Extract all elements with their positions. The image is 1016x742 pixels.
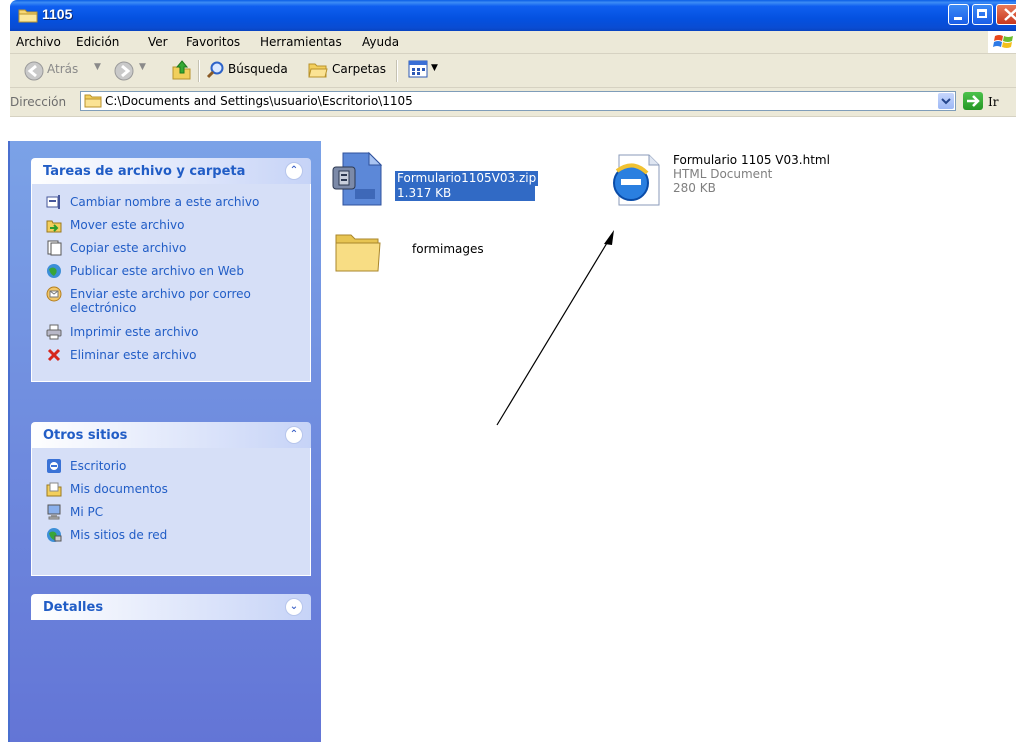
place-my-documents[interactable]: Mis documentos xyxy=(32,481,310,504)
minimize-button[interactable] xyxy=(948,4,969,25)
other-places-header[interactable]: Otros sitios ⌃ xyxy=(31,422,311,448)
network-places-icon xyxy=(47,528,62,542)
chevron-down-icon: ▼ xyxy=(431,63,438,73)
close-button[interactable] xyxy=(996,4,1016,25)
up-folder-icon[interactable] xyxy=(170,59,192,81)
task-copy[interactable]: Copiar este archivo xyxy=(32,240,310,263)
file-tasks-title: Tareas de archivo y carpeta xyxy=(43,164,246,179)
rename-icon xyxy=(46,195,60,209)
menu-favoritos[interactable]: Favoritos xyxy=(186,35,240,49)
file-list[interactable]: Formulario1105V03.zip 1.317 KB Formulari… xyxy=(321,141,1016,742)
my-documents-icon xyxy=(46,482,62,497)
task-publish-web[interactable]: Publicar este archivo en Web xyxy=(32,263,310,286)
details-panel: Detalles ⌄ xyxy=(31,594,311,620)
file-tasks-header[interactable]: Tareas de archivo y carpeta ⌃ xyxy=(31,158,311,184)
forward-button[interactable]: ▼ xyxy=(114,58,158,82)
file-name: Formulario 1105 V03.html xyxy=(673,153,830,167)
address-path: C:\Documents and Settings\usuario\Escrit… xyxy=(105,94,413,108)
window-title: 1105 xyxy=(42,6,73,22)
delete-icon xyxy=(47,348,61,362)
place-network[interactable]: Mis sitios de red xyxy=(32,527,310,550)
task-email[interactable]: Enviar este archivo por correo electróni… xyxy=(32,286,310,324)
publish-web-icon xyxy=(47,264,61,278)
task-print[interactable]: Imprimir este archivo xyxy=(32,324,310,347)
printer-icon xyxy=(46,324,62,340)
back-arrow-icon xyxy=(24,61,44,81)
menu-ver[interactable]: Ver xyxy=(148,35,168,49)
file-item-html[interactable]: Formulario 1105 V03.html HTML Document 2… xyxy=(603,149,863,209)
folders-label: Carpetas xyxy=(332,62,386,76)
folders-icon xyxy=(308,63,328,78)
views-icon xyxy=(408,60,428,78)
folder-icon xyxy=(18,9,38,23)
toolbar: Atrás ▼ ▼ Búsqueda Carpetas ▼ xyxy=(10,54,1016,88)
back-label: Atrás xyxy=(47,62,79,76)
file-size: 280 KB xyxy=(673,181,716,195)
search-label: Búsqueda xyxy=(228,62,288,76)
chevron-down-icon: ▼ xyxy=(139,62,146,72)
close-icon xyxy=(1004,8,1016,21)
menu-herramientas[interactable]: Herramientas xyxy=(260,35,342,49)
chevron-down-icon xyxy=(941,98,951,105)
collapse-icon[interactable]: ⌃ xyxy=(285,162,303,180)
file-name: formimages xyxy=(412,242,484,256)
maximize-button[interactable] xyxy=(972,4,993,25)
folder-icon xyxy=(84,94,102,108)
collapse-icon[interactable]: ⌃ xyxy=(285,426,303,444)
place-my-computer[interactable]: Mi PC xyxy=(32,504,310,527)
forward-arrow-icon xyxy=(114,61,134,81)
window-left-border xyxy=(0,141,10,742)
details-title: Detalles xyxy=(43,600,104,615)
desktop-icon xyxy=(47,459,61,473)
zip-archive-icon xyxy=(332,151,383,206)
folder-icon xyxy=(335,234,381,272)
views-button[interactable]: ▼ xyxy=(408,59,444,81)
file-label-zip: Formulario1105V03.zip 1.317 KB xyxy=(395,171,539,201)
other-places-panel: Otros sitios ⌃ Escritorio Mis documentos… xyxy=(31,422,311,576)
go-label[interactable]: Ir xyxy=(988,95,998,109)
task-rename[interactable]: Cambiar nombre a este archivo xyxy=(32,194,310,217)
back-button[interactable]: Atrás ▼ xyxy=(22,58,122,82)
folders-button[interactable]: Carpetas xyxy=(308,58,390,82)
menu-archivo[interactable]: Archivo xyxy=(16,35,61,49)
go-arrow-icon xyxy=(967,95,980,107)
address-input[interactable]: C:\Documents and Settings\usuario\Escrit… xyxy=(80,91,956,111)
move-icon xyxy=(46,220,62,233)
file-item-zip[interactable]: Formulario1105V03.zip 1.317 KB xyxy=(329,149,569,209)
chevron-down-icon: ▼ xyxy=(94,62,101,72)
file-item-folder[interactable]: formimages xyxy=(333,229,533,279)
file-name: Formulario1105V03.zip xyxy=(395,171,539,186)
address-label: Dirección xyxy=(10,95,67,109)
title-bar[interactable]: 1105 xyxy=(10,0,1016,31)
search-icon xyxy=(206,61,224,79)
menu-bar: Archivo Edición Ver Favoritos Herramient… xyxy=(10,31,1016,54)
task-move[interactable]: Mover este archivo xyxy=(32,217,310,240)
task-pane: Tareas de archivo y carpeta ⌃ Cambiar no… xyxy=(10,141,321,742)
address-bar: Dirección C:\Documents and Settings\usua… xyxy=(10,88,1016,117)
place-desktop[interactable]: Escritorio xyxy=(32,458,310,481)
windows-logo xyxy=(988,31,1016,53)
expand-icon[interactable]: ⌄ xyxy=(285,598,303,616)
file-size: 1.317 KB xyxy=(395,186,535,201)
details-header[interactable]: Detalles ⌄ xyxy=(31,594,311,620)
file-label-html: Formulario 1105 V03.html HTML Document 2… xyxy=(673,153,830,195)
file-tasks-panel: Tareas de archivo y carpeta ⌃ Cambiar no… xyxy=(31,158,311,382)
email-icon xyxy=(46,286,62,302)
windows-flag-icon xyxy=(993,35,1013,48)
search-button[interactable]: Búsqueda xyxy=(206,58,298,82)
address-dropdown-button[interactable] xyxy=(938,93,954,109)
other-places-title: Otros sitios xyxy=(43,428,128,443)
menu-edicion[interactable]: Edición xyxy=(76,35,119,49)
task-delete[interactable]: Eliminar este archivo xyxy=(32,347,310,370)
my-computer-icon xyxy=(47,504,61,520)
go-button[interactable] xyxy=(963,92,983,110)
menu-ayuda[interactable]: Ayuda xyxy=(362,35,399,49)
internet-explorer-icon xyxy=(613,154,660,206)
copy-icon xyxy=(47,240,62,256)
file-type: HTML Document xyxy=(673,167,773,181)
